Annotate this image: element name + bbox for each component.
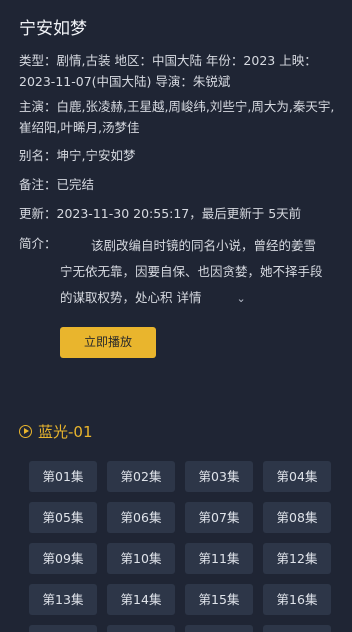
episode-button[interactable]: 第11集 <box>185 543 253 574</box>
info-alias-line: 别名：坤宁,宁安如梦 <box>19 148 136 163</box>
episode-button[interactable]: 第02集 <box>107 461 175 492</box>
source-tab[interactable]: 蓝光-01 <box>19 420 93 442</box>
info-type-line: 类型：剧情,古装 地区：中国大陆 年份：2023 上映：2023-11-07(中… <box>19 53 317 89</box>
info-cast-line: 主演：白鹿,张凌赫,王星越,周峻纬,刘些宁,周大为,秦天宇,崔绍阳,叶晞月,汤梦… <box>19 99 335 135</box>
info-note-line: 备注：已完结 <box>19 177 95 192</box>
episode-button[interactable]: 第04集 <box>263 461 331 492</box>
intro-label: 简介： <box>19 236 57 251</box>
episode-button[interactable]: 第01集 <box>29 461 97 492</box>
play-now-button[interactable]: 立即播放 <box>60 327 156 358</box>
episode-button[interactable]: 第13集 <box>29 584 97 615</box>
episode-button[interactable]: 第15集 <box>185 584 253 615</box>
info-update-line: 更新：2023-11-30 20:55:17，最后更新于 5天前 <box>19 206 302 221</box>
episode-button[interactable]: 第09集 <box>29 543 97 574</box>
intro-more-label: 详情 <box>176 290 202 305</box>
episode-button[interactable]: 第03集 <box>185 461 253 492</box>
episode-button[interactable]: 第05集 <box>29 502 97 533</box>
source-name: 蓝光-01 <box>38 422 93 441</box>
episode-button[interactable]: 第12集 <box>263 543 331 574</box>
play-circle-icon <box>19 424 32 438</box>
intro-text-block: 该剧改编自时镜的同名小说，曾经的姜雪宁无依无靠，因要自保、也因贪婪，她不择手段的… <box>60 233 328 312</box>
episode-button[interactable]: 第07集 <box>185 502 253 533</box>
episode-button[interactable]: 第10集 <box>107 543 175 574</box>
episode-button[interactable]: 第08集 <box>263 502 331 533</box>
episode-button[interactable]: 第18集 <box>107 625 175 632</box>
intro-more-toggle[interactable]: 详情 ⌄ <box>177 290 246 305</box>
episode-button[interactable]: 第14集 <box>107 584 175 615</box>
episode-button[interactable]: 第20集 <box>263 625 331 632</box>
detail-page: 宁安如梦 类型：剧情,古装 地区：中国大陆 年份：2023 上映：2023-11… <box>0 0 352 632</box>
episode-button[interactable]: 第06集 <box>107 502 175 533</box>
episode-button[interactable]: 第17集 <box>29 625 97 632</box>
chevron-down-icon: ⌄ <box>236 292 246 305</box>
page-title: 宁安如梦 <box>19 19 87 39</box>
episode-button[interactable]: 第16集 <box>263 584 331 615</box>
episode-button[interactable]: 第19集 <box>185 625 253 632</box>
